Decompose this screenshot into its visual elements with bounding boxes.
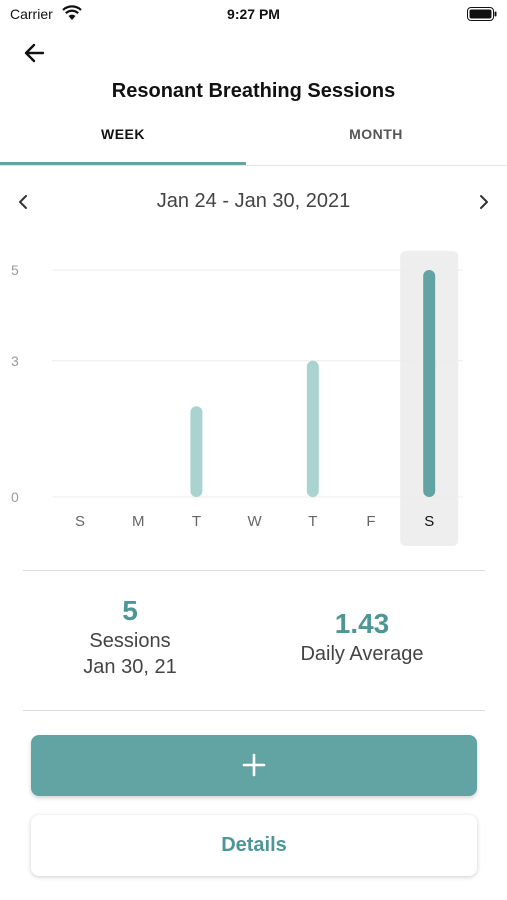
daily-average-label: Daily Average bbox=[300, 643, 424, 665]
chevron-left-icon bbox=[19, 195, 27, 209]
divider-bottom bbox=[23, 710, 485, 711]
previous-week-button[interactable] bbox=[12, 190, 36, 214]
x-tick-label: S bbox=[75, 513, 85, 530]
y-tick-label: 0 bbox=[11, 489, 19, 505]
sessions-bar-chart: 0 3 5 S M T W T F S bbox=[11, 251, 463, 546]
x-tick-label: W bbox=[248, 513, 263, 530]
status-bar: Carrier 9:27 PM bbox=[0, 0, 507, 28]
status-time: 9:27 PM bbox=[227, 6, 280, 22]
x-tick-label: T bbox=[192, 513, 201, 530]
tab-month[interactable]: MONTH bbox=[253, 126, 499, 142]
sessions-value: 5 bbox=[122, 595, 138, 626]
battery-icon bbox=[467, 7, 497, 21]
x-tick-label: S bbox=[424, 513, 434, 530]
divider-top bbox=[23, 570, 485, 571]
daily-average-value: 1.43 bbox=[334, 608, 390, 639]
next-week-button[interactable] bbox=[471, 190, 495, 214]
chevron-right-icon bbox=[480, 195, 488, 209]
daily-average-stat: 1.43 Daily Average bbox=[262, 607, 462, 667]
x-tick-label: M bbox=[132, 513, 145, 530]
x-tick-label: T bbox=[308, 513, 317, 530]
add-session-button[interactable] bbox=[31, 735, 477, 796]
sessions-date: Jan 30, 21 bbox=[83, 656, 177, 678]
x-tick-label: F bbox=[366, 513, 375, 530]
y-tick-label: 5 bbox=[11, 262, 19, 278]
sessions-stat: 5 Sessions Jan 30, 21 bbox=[30, 594, 230, 680]
tab-divider bbox=[0, 165, 507, 166]
tab-week[interactable]: WEEK bbox=[0, 126, 246, 142]
page-title: Resonant Breathing Sessions bbox=[111, 80, 396, 102]
plus-icon bbox=[242, 753, 266, 777]
arrow-left-icon bbox=[24, 43, 45, 63]
details-button[interactable]: Details bbox=[31, 815, 477, 876]
date-range-label: Jan 24 - Jan 30, 2021 bbox=[156, 190, 351, 212]
sessions-label: Sessions bbox=[89, 630, 171, 652]
back-button[interactable] bbox=[20, 38, 50, 68]
y-tick-label: 3 bbox=[11, 353, 19, 369]
